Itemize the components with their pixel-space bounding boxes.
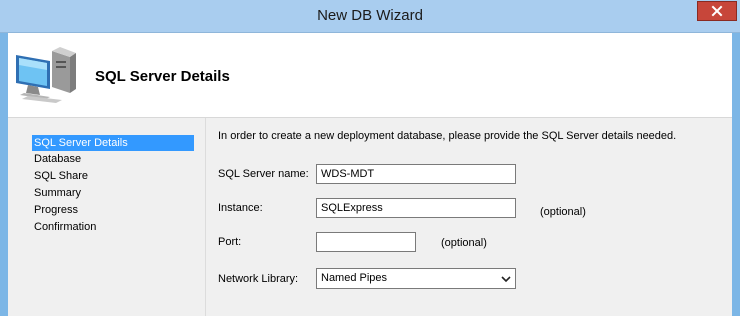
sidebar-item-sql-share[interactable]: SQL Share bbox=[32, 168, 194, 184]
sidebar-item-summary[interactable]: Summary bbox=[32, 185, 194, 201]
wizard-client-area: SQL Server Details SQL Server Details Da… bbox=[8, 33, 732, 316]
wizard-header: SQL Server Details bbox=[8, 33, 732, 118]
server-name-input[interactable] bbox=[316, 164, 516, 184]
wizard-window: New DB Wizard SQL Server Details SQL Ser… bbox=[0, 0, 740, 316]
port-label: Port: bbox=[218, 236, 242, 248]
wizard-steps-sidebar: SQL Server Details Database SQL Share Su… bbox=[8, 118, 206, 316]
port-input[interactable] bbox=[316, 232, 416, 252]
instance-input[interactable] bbox=[316, 198, 516, 218]
instance-optional-note: (optional) bbox=[540, 206, 586, 218]
network-library-label: Network Library: bbox=[218, 273, 299, 285]
close-icon bbox=[711, 5, 723, 17]
computer-icon bbox=[16, 47, 76, 103]
intro-text: In order to create a new deployment data… bbox=[218, 130, 677, 142]
window-title: New DB Wizard bbox=[317, 7, 423, 24]
title-bar[interactable]: New DB Wizard bbox=[0, 0, 740, 33]
sidebar-item-database[interactable]: Database bbox=[32, 151, 194, 167]
server-name-label: SQL Server name: bbox=[218, 168, 309, 180]
sidebar-item-sql-server-details[interactable]: SQL Server Details bbox=[32, 135, 194, 151]
close-button[interactable] bbox=[697, 1, 737, 21]
sidebar-item-confirmation[interactable]: Confirmation bbox=[32, 219, 194, 235]
network-library-select[interactable]: Named Pipes bbox=[316, 268, 516, 289]
instance-label: Instance: bbox=[218, 202, 263, 214]
chevron-down-icon bbox=[501, 276, 511, 283]
network-library-value: Named Pipes bbox=[321, 272, 388, 284]
sidebar-item-progress[interactable]: Progress bbox=[32, 202, 194, 218]
port-optional-note: (optional) bbox=[441, 237, 487, 249]
wizard-content: In order to create a new deployment data… bbox=[206, 118, 732, 316]
page-title: SQL Server Details bbox=[95, 68, 230, 85]
